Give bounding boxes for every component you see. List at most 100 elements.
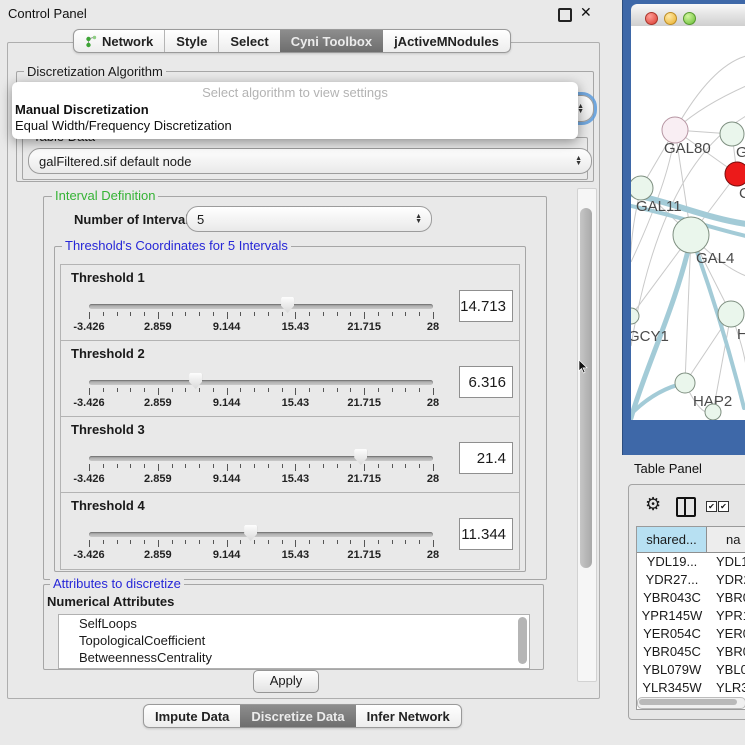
tick-mark: [405, 540, 406, 544]
mouse-cursor: [578, 360, 588, 374]
table-row[interactable]: YBR045CYBR0: [637, 643, 745, 661]
minimize-light-icon[interactable]: [664, 12, 677, 25]
cell-name: YDR2: [707, 571, 745, 589]
settings-scrollbar-thumb[interactable]: [580, 208, 592, 568]
tick-mark: [185, 388, 186, 392]
apply-button[interactable]: Apply: [253, 670, 319, 693]
threshold-slider-thumb[interactable]: [354, 449, 367, 465]
algorithm-prompt-option[interactable]: Select algorithm to view settings: [12, 85, 578, 102]
tab-style[interactable]: Style: [164, 30, 218, 52]
tick-mark: [240, 540, 241, 544]
table-row[interactable]: YER054CYER0: [637, 625, 745, 643]
close-icon[interactable]: ✕: [580, 4, 592, 21]
threshold-slider-track[interactable]: [89, 456, 433, 461]
network-node-ga[interactable]: [720, 122, 744, 146]
node-label: GAL80: [664, 140, 711, 157]
checkbox-icon[interactable]: ✔: [706, 501, 717, 512]
threshold-value-field[interactable]: 11.344: [459, 518, 513, 550]
threshold-slider-track[interactable]: [89, 304, 433, 309]
tick-mark: [419, 312, 420, 316]
tab-discretize-data[interactable]: Discretize Data: [240, 705, 355, 727]
tab-impute-data[interactable]: Impute Data: [144, 705, 240, 727]
table-row[interactable]: YBR043CYBR0: [637, 589, 745, 607]
network-node-gal4[interactable]: [673, 217, 709, 253]
tick-mark: [337, 540, 338, 544]
tick-mark: [89, 388, 90, 395]
tick-mark: [144, 388, 145, 392]
algorithm-option-equal-width-frequency-discretization[interactable]: Equal Width/Frequency Discretization: [12, 118, 578, 134]
bottom-tab-bar: Impute DataDiscretize DataInfer Network: [143, 704, 462, 728]
tick-mark: [89, 464, 90, 471]
table-data-combo[interactable]: galFiltered.sif default node ▲▼: [28, 148, 592, 174]
network-window-titlebar[interactable]: [631, 4, 745, 27]
threshold-value-field[interactable]: 6.316: [459, 366, 513, 398]
algorithm-option-manual-discretization[interactable]: Manual Discretization: [12, 102, 578, 118]
network-canvas[interactable]: GAL80GACGAL11GAL4HGCY1HAP2: [631, 26, 745, 420]
attribute-item-topologicalcoefficient[interactable]: TopologicalCoefficient: [59, 632, 529, 649]
table-hscrollbar-track[interactable]: [637, 697, 745, 709]
gear-icon[interactable]: ⚙: [645, 494, 661, 515]
tick-mark: [309, 312, 310, 316]
network-node-hap2[interactable]: [675, 373, 695, 393]
split-view-icon[interactable]: [676, 497, 696, 517]
tick-mark: [199, 388, 200, 392]
threshold-slider-thumb[interactable]: [244, 525, 257, 541]
threshold-slider-thumb[interactable]: [189, 373, 202, 389]
threshold-value-field[interactable]: 21.4: [459, 442, 513, 474]
tab-select[interactable]: Select: [218, 30, 279, 52]
network-node-h[interactable]: [718, 301, 744, 327]
attribute-item-betweennesscentrality[interactable]: BetweennessCentrality: [59, 649, 529, 666]
network-node-c[interactable]: [725, 162, 745, 186]
tick-mark: [378, 388, 379, 392]
threshold-slider-thumb[interactable]: [281, 297, 294, 313]
tick-mark: [419, 540, 420, 544]
tick-mark: [130, 464, 131, 468]
attributes-list[interactable]: SelfLoopsTopologicalCoefficientBetweenne…: [58, 614, 530, 669]
close-light-icon[interactable]: [645, 12, 658, 25]
tab-infer-network[interactable]: Infer Network: [356, 705, 461, 727]
network-node-gal11[interactable]: [631, 176, 653, 200]
table-row[interactable]: YLR345WYLR3: [637, 679, 745, 694]
float-window-icon[interactable]: [558, 8, 572, 22]
column-header-na[interactable]: na: [707, 527, 745, 553]
tick-mark: [172, 540, 173, 544]
cell-shared-name: YER054C: [637, 625, 707, 643]
column-header-shared-[interactable]: shared...: [637, 527, 707, 553]
network-node[interactable]: [705, 404, 721, 420]
threshold-slider-track[interactable]: [89, 532, 433, 537]
tick-label: 28: [427, 549, 439, 561]
tick-mark: [130, 540, 131, 544]
attributes-list-scrollbar[interactable]: [518, 617, 527, 664]
table-row[interactable]: YPR145WYPR1: [637, 607, 745, 625]
tick-mark: [254, 464, 255, 468]
table-row[interactable]: YBL079WYBL0: [637, 661, 745, 679]
tab-jactivemnodules[interactable]: jActiveMNodules: [383, 30, 510, 52]
threshold-value-field[interactable]: 14.713: [459, 290, 513, 322]
tab-cyni-toolbox[interactable]: Cyni Toolbox: [280, 30, 383, 52]
attribute-item-selfloops[interactable]: SelfLoops: [59, 615, 529, 632]
threshold-slider-track[interactable]: [89, 380, 433, 385]
threshold-panel-3: Threshold 3-3.4262.8599.14415.4321.71528…: [60, 416, 520, 494]
node-table[interactable]: shared...na YDL19...YDL1YDR27...YDR2YBR0…: [636, 526, 745, 710]
tick-mark: [172, 388, 173, 392]
table-row[interactable]: YDL19...YDL1: [637, 553, 745, 571]
tab-network[interactable]: Network: [74, 30, 164, 52]
tick-mark: [295, 388, 296, 395]
num-intervals-combo[interactable]: 5 ▲▼: [186, 206, 432, 232]
checkbox-icon[interactable]: ✔: [718, 501, 729, 512]
stepper-arrows-icon: ▲▼: [577, 104, 584, 114]
zoom-light-icon[interactable]: [683, 12, 696, 25]
tick-mark: [433, 540, 434, 547]
table-row[interactable]: YDR27...YDR2: [637, 571, 745, 589]
tick-mark: [158, 312, 159, 319]
tick-mark: [158, 388, 159, 395]
tick-label: 2.859: [144, 397, 172, 409]
tick-mark: [337, 312, 338, 316]
threshold-panel-1: Threshold 1-3.4262.8599.14415.4321.71528…: [60, 264, 520, 342]
cell-name: YDL1: [707, 553, 745, 571]
table-hscrollbar-thumb[interactable]: [639, 699, 737, 705]
cell-shared-name: YBL079W: [637, 661, 707, 679]
tick-mark: [282, 540, 283, 544]
tick-mark: [392, 312, 393, 316]
tick-mark: [213, 312, 214, 316]
